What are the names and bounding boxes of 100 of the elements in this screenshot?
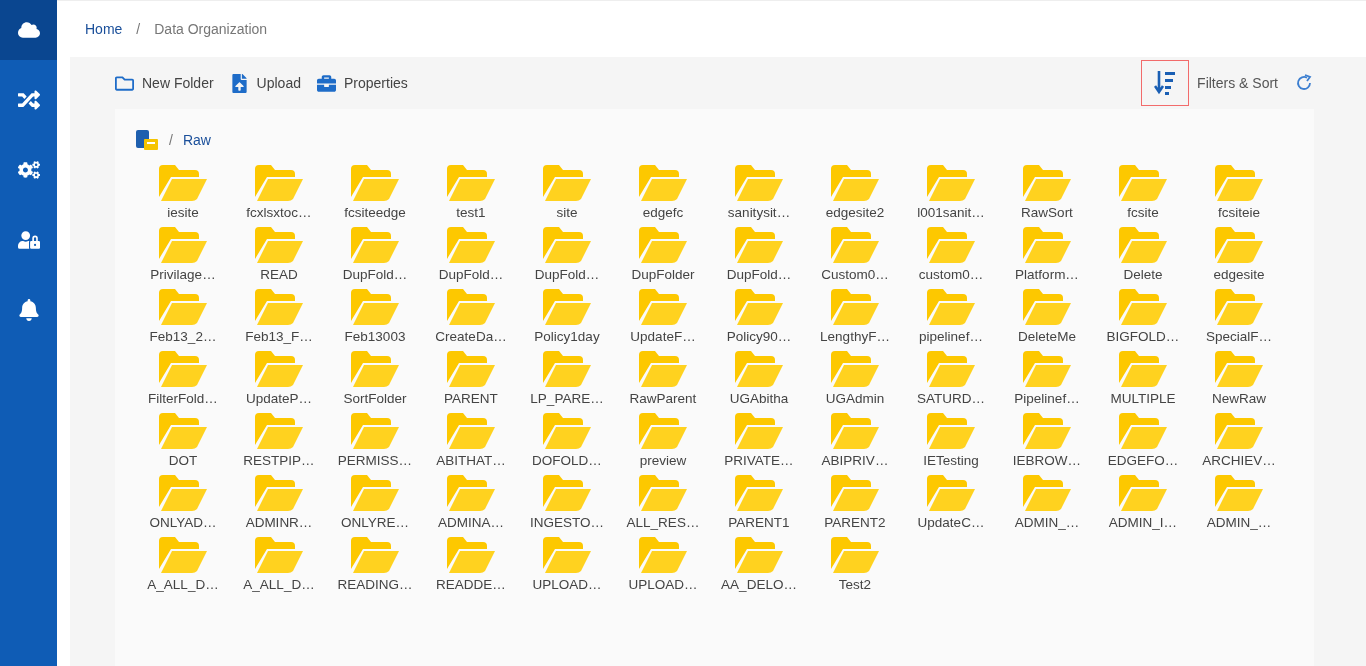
folder-name[interactable]: DOFOLD… <box>532 453 602 468</box>
folder-name[interactable]: Feb13003 <box>344 329 406 344</box>
toolbar-button[interactable]: Upload <box>229 73 301 93</box>
folder-name[interactable]: Policy90… <box>726 329 792 344</box>
folder-name[interactable]: EDGEFO… <box>1107 453 1179 468</box>
folder-icon <box>445 163 497 203</box>
refresh-icon[interactable] <box>1294 73 1314 93</box>
folder-name[interactable]: site <box>556 205 578 220</box>
folder-name[interactable]: PARENT2 <box>824 515 886 530</box>
folder-name[interactable]: preview <box>639 453 687 468</box>
folder-name[interactable]: edgesite <box>1213 267 1265 282</box>
folder-name[interactable]: UPLOAD… <box>628 577 698 592</box>
folder-name[interactable]: Feb13_2… <box>149 329 217 344</box>
folder-icon <box>445 411 497 451</box>
breadcrumb-link[interactable]: Home <box>85 21 123 37</box>
folder-name[interactable]: DupFolder <box>631 267 695 282</box>
folder-name[interactable]: SATURD… <box>917 391 985 406</box>
folder-name[interactable]: ALL_RES… <box>626 515 700 530</box>
sidebar-item[interactable] <box>0 0 57 60</box>
folder-name[interactable]: ARCHIEV… <box>1202 453 1276 468</box>
folder-name[interactable]: DupFold… <box>726 267 792 282</box>
folder-name[interactable]: Delete <box>1123 267 1163 282</box>
folder-name[interactable]: AA_DELO… <box>721 577 797 592</box>
user-lock-icon <box>17 229 40 251</box>
folder-name[interactable]: fcsiteedge <box>344 205 406 220</box>
folder-icon <box>637 473 689 513</box>
folder-name[interactable]: RESTPIP… <box>243 453 315 468</box>
folder-name[interactable]: ADMIN_… <box>1014 515 1080 530</box>
folder-name[interactable]: RawParent <box>629 391 697 406</box>
folder-name[interactable]: iesite <box>167 205 199 220</box>
folder-name[interactable]: READDE… <box>436 577 506 592</box>
folder-name[interactable]: fcsite <box>1127 205 1159 220</box>
folder-name[interactable]: l001sanit… <box>917 205 985 220</box>
folder-name[interactable]: ADMIN_I… <box>1108 515 1178 530</box>
folder-name[interactable]: DupFold… <box>438 267 504 282</box>
folder-icon <box>1117 473 1169 513</box>
folder-name[interactable]: ABIPRIV… <box>821 453 889 468</box>
folder-name[interactable]: ONLYRE… <box>341 515 409 530</box>
folder-name[interactable]: UpdateF… <box>630 329 696 344</box>
folder-name[interactable]: Test2 <box>838 577 872 592</box>
folder-name[interactable]: READ <box>260 267 298 282</box>
folder-name[interactable]: Privilage… <box>150 267 216 282</box>
folder-name[interactable]: fcsiteie <box>1218 205 1260 220</box>
folder-name[interactable]: IETesting <box>923 453 979 468</box>
folder-name[interactable]: ADMINA… <box>438 515 504 530</box>
folder-name[interactable]: Policy1day <box>534 329 600 344</box>
folder-name[interactable]: edgesite2 <box>825 205 885 220</box>
folder-name[interactable]: SortFolder <box>343 391 407 406</box>
folder-name[interactable]: custom0… <box>918 267 984 282</box>
folder-icon <box>733 411 785 451</box>
folder-name[interactable]: IEBROW… <box>1012 453 1082 468</box>
folder-name[interactable]: PARENT <box>444 391 498 406</box>
folder-icon <box>925 225 977 265</box>
folder-name[interactable]: sanitysit… <box>727 205 791 220</box>
folder-name[interactable]: A_ALL_D… <box>147 577 219 592</box>
folder-name[interactable]: CreateDa… <box>435 329 507 344</box>
path-link[interactable]: Raw <box>182 132 211 148</box>
toolbar-button[interactable]: Properties <box>316 73 408 93</box>
folder-name[interactable]: PRIVATE… <box>724 453 794 468</box>
filters-label[interactable]: Filters & Sort <box>1197 75 1278 91</box>
folder-name[interactable]: Feb13_F… <box>245 329 313 344</box>
folder-name[interactable]: NewRaw <box>1212 391 1266 406</box>
folder-name[interactable]: Custom0… <box>821 267 889 282</box>
folder-name[interactable]: ONLYAD… <box>149 515 217 530</box>
folder-name[interactable]: BIGFOLD… <box>1106 329 1180 344</box>
folder-name[interactable]: DOT <box>168 453 198 468</box>
folder-name[interactable]: UPLOAD… <box>532 577 602 592</box>
shuffle-icon <box>17 89 40 111</box>
folder-name[interactable]: LP_PARE… <box>530 391 604 406</box>
folder-icon <box>541 349 593 389</box>
folder-name[interactable]: Pipelinef… <box>1014 391 1080 406</box>
folder-name[interactable]: SpecialF… <box>1206 329 1272 344</box>
folder-name[interactable]: RawSort <box>1021 205 1073 220</box>
folder-name[interactable]: INGESTO… <box>530 515 604 530</box>
folder-name[interactable]: DeleteMe <box>1018 329 1076 344</box>
folder-name[interactable]: UpdateC… <box>917 515 985 530</box>
toolbar-button[interactable]: New Folder <box>115 73 214 93</box>
folder-name[interactable]: PERMISS… <box>337 453 413 468</box>
folder-name[interactable]: UGAdmin <box>825 391 885 406</box>
folder-name[interactable]: DupFold… <box>534 267 600 282</box>
folder-name[interactable]: UGAbitha <box>729 391 789 406</box>
folder-name[interactable]: MULTIPLE <box>1110 391 1176 406</box>
folder-name[interactable]: READING… <box>337 577 413 592</box>
folder-icon <box>1021 473 1073 513</box>
folder-name[interactable]: FilterFold… <box>148 391 218 406</box>
folder-name[interactable]: ABITHAT… <box>436 453 506 468</box>
folder-name[interactable]: PARENT1 <box>728 515 790 530</box>
folder-name[interactable]: test1 <box>456 205 486 220</box>
folder-icon <box>1213 349 1265 389</box>
folder-name[interactable]: UpdateP… <box>245 391 312 406</box>
folder-name[interactable]: A_ALL_D… <box>243 577 315 592</box>
folder-name[interactable]: edgefc <box>642 205 684 220</box>
folder-name[interactable]: Platform… <box>1015 267 1079 282</box>
folder-name[interactable]: ADMINR… <box>245 515 313 530</box>
folder-name[interactable]: DupFold… <box>342 267 408 282</box>
folder-name[interactable]: ADMIN_… <box>1206 515 1272 530</box>
folder-name[interactable]: pipelinef… <box>919 329 983 344</box>
folder-name[interactable]: LengthyF… <box>820 329 890 344</box>
sort-button[interactable] <box>1141 60 1190 106</box>
folder-name[interactable]: fcxlsxtoc… <box>246 205 312 220</box>
